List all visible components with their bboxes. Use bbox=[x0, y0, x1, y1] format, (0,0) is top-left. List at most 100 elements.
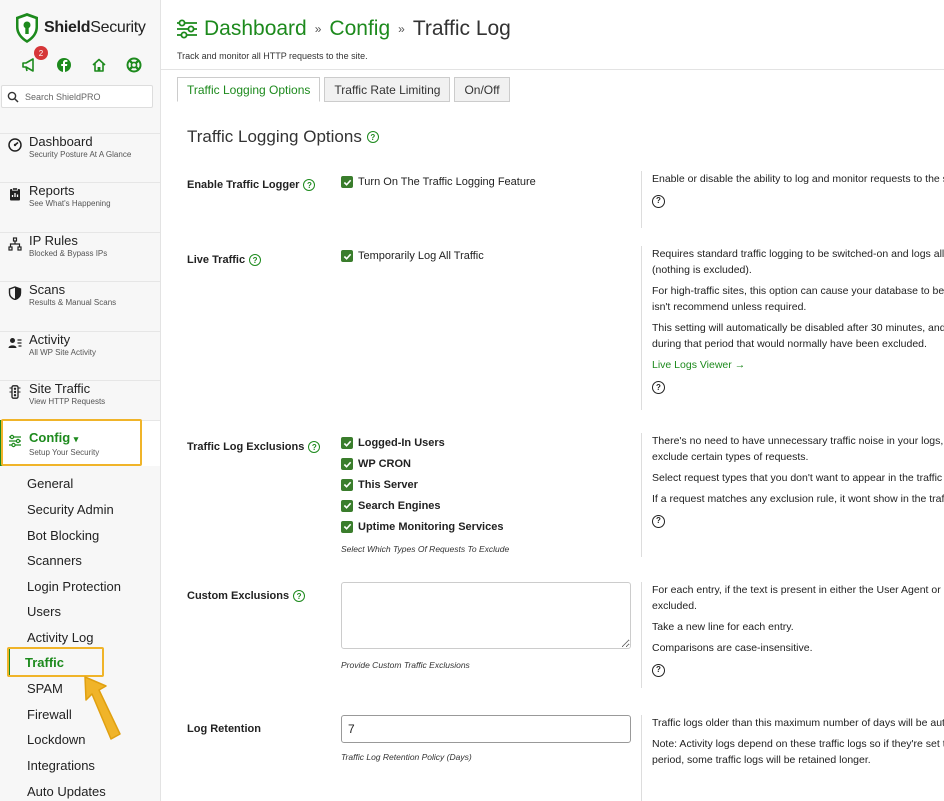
question-icon[interactable]: ? bbox=[652, 514, 665, 528]
tab-on-off[interactable]: On/Off bbox=[454, 77, 510, 102]
desc-text: exclude certain types of requests. bbox=[652, 451, 809, 463]
breadcrumb-config[interactable]: Config bbox=[329, 17, 390, 41]
option-control-enable: Turn On The Traffic Logging Feature bbox=[341, 172, 536, 193]
checkbox-label: Temporarily Log All Traffic bbox=[358, 250, 484, 263]
label-text: Custom Exclusions bbox=[187, 590, 290, 602]
checkbox-checked-icon bbox=[341, 458, 353, 471]
subnav-scanners[interactable]: Scanners bbox=[27, 553, 82, 568]
nav-sublabel: See What's Happening bbox=[29, 199, 111, 208]
home-icon[interactable] bbox=[90, 56, 108, 74]
option-desc-live: Requires standard traffic logging to be … bbox=[641, 246, 944, 410]
desc-text: Enable or disable the ability to log and… bbox=[652, 173, 944, 185]
nav-label: IP Rules bbox=[29, 233, 78, 248]
help-icon[interactable]: ? bbox=[308, 441, 321, 453]
checkbox-live-traffic[interactable]: Temporarily Log All Traffic bbox=[341, 246, 484, 267]
desc-text: period, some traffic logs will be retain… bbox=[652, 754, 871, 766]
checkbox-label: Search Engines bbox=[358, 499, 441, 512]
desc-text: Select request types that you don't want… bbox=[652, 472, 944, 484]
question-icon[interactable]: ? bbox=[652, 663, 665, 677]
subnav-bot-blocking[interactable]: Bot Blocking bbox=[27, 528, 99, 543]
nav-item-activity[interactable]: Activity All WP Site Activity bbox=[0, 331, 160, 377]
nav-label: Site Traffic bbox=[29, 381, 91, 396]
nav-item-dashboard[interactable]: Dashboard Security Posture At A Glance bbox=[0, 133, 160, 179]
live-logs-viewer-link[interactable]: Live Logs Viewer → bbox=[652, 357, 944, 373]
option-label-exclusions: Traffic Log Exclusions? bbox=[187, 441, 321, 453]
stoplight-icon bbox=[7, 384, 23, 400]
tab-bar: Traffic Logging Options Traffic Rate Lim… bbox=[177, 77, 514, 102]
section-title: Traffic Logging Options ? bbox=[187, 127, 379, 147]
subnav-security-admin[interactable]: Security Admin bbox=[27, 502, 114, 517]
search-box[interactable] bbox=[1, 85, 153, 108]
tab-traffic-logging-options[interactable]: Traffic Logging Options bbox=[177, 77, 321, 102]
option-label-enable: Enable Traffic Logger? bbox=[187, 179, 316, 191]
label-text: Live Traffic bbox=[187, 254, 246, 266]
option-desc-exclusions: There's no need to have unnecessary traf… bbox=[641, 433, 944, 557]
desc-text: (nothing is excluded). bbox=[652, 264, 752, 276]
lifebuoy-icon[interactable] bbox=[125, 56, 143, 74]
megaphone-icon[interactable]: 2 bbox=[20, 46, 48, 74]
nav-item-reports[interactable]: Reports See What's Happening bbox=[0, 182, 160, 228]
subnav-login-protection[interactable]: Login Protection bbox=[27, 579, 121, 594]
tab-traffic-rate-limiting[interactable]: Traffic Rate Limiting bbox=[324, 77, 451, 102]
section-title-text: Traffic Logging Options bbox=[187, 127, 362, 146]
subnav-lockdown[interactable]: Lockdown bbox=[27, 732, 86, 747]
sliders-icon bbox=[7, 433, 23, 449]
checkbox-checked-icon bbox=[341, 437, 353, 450]
breadcrumb-dashboard[interactable]: Dashboard bbox=[204, 17, 307, 41]
help-icon[interactable]: ? bbox=[366, 131, 379, 143]
subnav-activity-log[interactable]: Activity Log bbox=[27, 630, 93, 645]
subnav-general[interactable]: General bbox=[27, 476, 73, 491]
question-icon[interactable]: ? bbox=[652, 381, 665, 394]
page-header: Dashboard » Config » Traffic Log Track a… bbox=[161, 0, 944, 70]
desc-text: Requires standard traffic logging to be … bbox=[652, 248, 944, 260]
field-hint: Select Which Types Of Requests To Exclud… bbox=[341, 543, 510, 554]
nav-sublabel: All WP Site Activity bbox=[29, 348, 96, 357]
nav-item-scans[interactable]: Scans Results & Manual Scans bbox=[0, 281, 160, 327]
desc-text: during that period that would normally h… bbox=[652, 338, 927, 350]
checkbox-exclude-logged-in-users[interactable]: Logged-In Users bbox=[341, 433, 509, 454]
nav-sublabel: Security Posture At A Glance bbox=[29, 150, 132, 159]
nav-label: Reports bbox=[29, 183, 75, 198]
subnav-firewall[interactable]: Firewall bbox=[27, 707, 72, 722]
desc-text: Traffic logs older than this maximum num… bbox=[652, 717, 944, 729]
page-title: Traffic Log bbox=[412, 17, 511, 40]
question-icon[interactable]: ? bbox=[652, 194, 665, 208]
field-hint: Provide Custom Traffic Exclusions bbox=[341, 660, 470, 670]
help-icon[interactable]: ? bbox=[293, 590, 306, 602]
page-description: Track and monitor all HTTP requests to t… bbox=[177, 51, 368, 61]
shield-half-icon bbox=[7, 285, 23, 301]
nav-item-config[interactable]: Config ▾ Setup Your Security bbox=[0, 420, 160, 466]
notification-badge: 2 bbox=[34, 46, 48, 60]
checkbox-exclude-uptime-monitoring[interactable]: Uptime Monitoring Services bbox=[341, 516, 509, 537]
nav-sublabel: Blocked & Bypass IPs bbox=[29, 249, 108, 258]
subnav-users[interactable]: Users bbox=[27, 604, 61, 619]
help-icon[interactable]: ? bbox=[249, 254, 262, 266]
log-retention-input[interactable] bbox=[341, 715, 631, 743]
desc-text: For each entry, if the text is present i… bbox=[652, 584, 944, 596]
subnav-integrations[interactable]: Integrations bbox=[27, 758, 95, 773]
help-icon[interactable]: ? bbox=[303, 179, 316, 191]
field-hint: Traffic Log Retention Policy (Days) bbox=[341, 752, 472, 762]
subnav-spam[interactable]: SPAM bbox=[27, 681, 63, 696]
quick-icons: 2 bbox=[20, 46, 143, 74]
diagram-icon bbox=[7, 236, 23, 252]
search-input[interactable] bbox=[25, 91, 145, 102]
checkbox-checked-icon bbox=[341, 478, 353, 491]
active-indicator bbox=[0, 420, 3, 466]
checkbox-checked-icon bbox=[341, 250, 353, 263]
nav-item-ip-rules[interactable]: IP Rules Blocked & Bypass IPs bbox=[0, 232, 160, 278]
checkbox-exclude-wp-cron[interactable]: WP CRON bbox=[341, 454, 509, 475]
main-content: Dashboard » Config » Traffic Log Track a… bbox=[161, 0, 944, 801]
checkbox-enable-logger[interactable]: Turn On The Traffic Logging Feature bbox=[341, 172, 536, 193]
checkbox-exclude-this-server[interactable]: This Server bbox=[341, 475, 509, 496]
custom-exclusions-textarea[interactable] bbox=[341, 582, 631, 649]
subnav-auto-updates[interactable]: Auto Updates bbox=[27, 784, 106, 799]
facebook-icon[interactable] bbox=[55, 56, 73, 74]
shield-security-logo[interactable]: ShieldSecurity bbox=[14, 12, 146, 44]
option-desc-retention: Traffic logs older than this maximum num… bbox=[641, 715, 944, 801]
desc-text: This setting will automatically be disab… bbox=[652, 322, 944, 334]
sidebar: ShieldSecurity 2 DashboardSecurity Postu… bbox=[0, 0, 161, 801]
desc-text: excluded. bbox=[652, 600, 697, 612]
checkbox-label: This Server bbox=[358, 478, 418, 491]
checkbox-exclude-search-engines[interactable]: Search Engines bbox=[341, 495, 509, 516]
